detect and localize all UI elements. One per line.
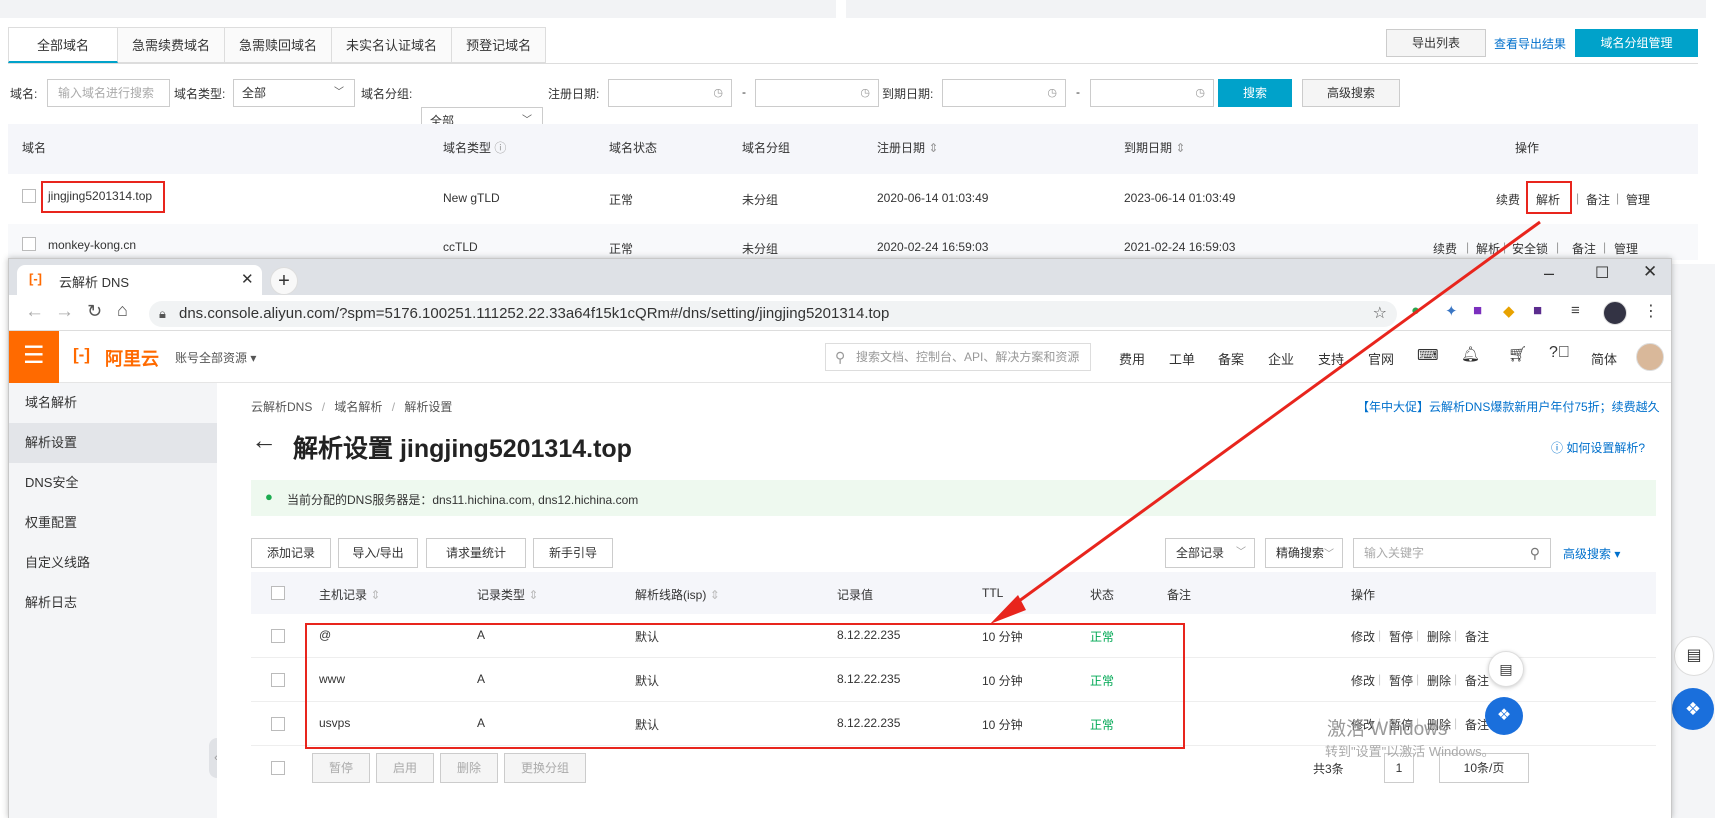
annotation-arrow [990, 220, 1541, 624]
